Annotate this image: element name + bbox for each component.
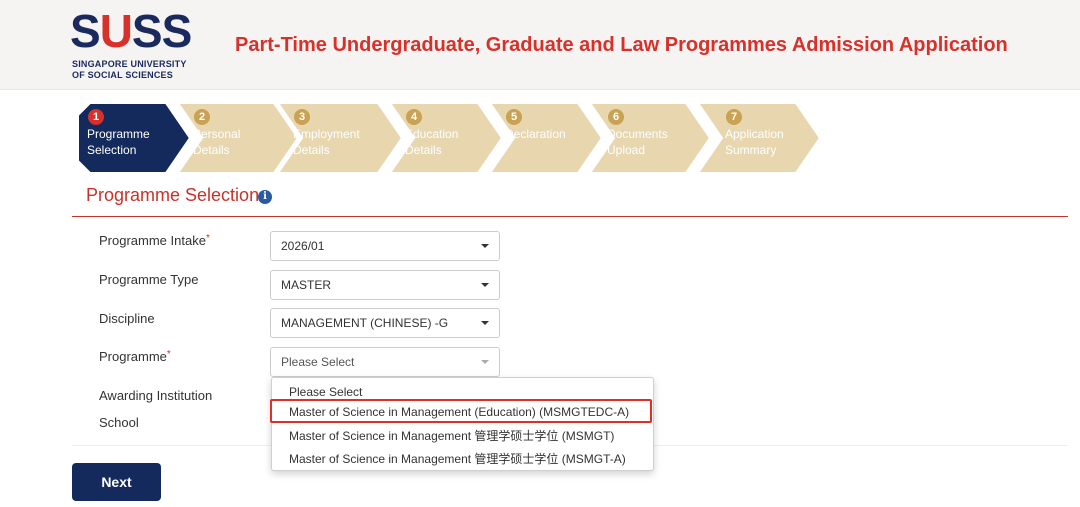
programme-value: Please Select [281, 355, 355, 369]
step-label: Application Summary [725, 127, 784, 157]
section-divider [72, 216, 1068, 217]
programme-label: Programme* [99, 349, 171, 364]
chevron-down-icon [481, 283, 489, 287]
school-label: School [99, 415, 139, 430]
next-button[interactable]: Next [72, 463, 161, 501]
programme-intake-select[interactable]: 2026/01 [270, 231, 500, 261]
dropdown-option[interactable]: Master of Science in Management 管理学硕士学位 … [289, 427, 614, 444]
suss-logo[interactable]: SUSS SINGAPORE UNIVERSITY OF SOCIAL SCIE… [70, 8, 210, 86]
programme-type-select[interactable]: MASTER [270, 270, 500, 300]
programme-dropdown-list: Please Select Master of Science in Manag… [270, 377, 654, 471]
step-label: Documents Upload [607, 127, 668, 157]
step-label: Employment Details [293, 127, 360, 157]
progress-steps: 1 Programme Selection 2 Personal Details 3 Em… [78, 103, 838, 173]
step-number-badge: 2 [194, 109, 210, 125]
section-title: Programme Selection [86, 185, 260, 205]
programme-intake-label: Programme Intake* [99, 233, 210, 248]
logo-wordmark: SUSS [70, 5, 192, 57]
logo-subtitle-line1: SINGAPORE UNIVERSITY [72, 59, 187, 69]
dropdown-option[interactable]: Master of Science in Management (Educati… [289, 405, 629, 419]
step-number-badge: 5 [506, 109, 522, 125]
step-number-badge: 4 [406, 109, 422, 125]
step-label: Programme Selection [87, 127, 150, 157]
info-icon[interactable]: i [258, 190, 272, 204]
step-number-badge: 6 [608, 109, 624, 125]
step-7[interactable]: 7 Application Summary [698, 103, 820, 173]
step-1[interactable]: 1 Programme Selection [78, 103, 190, 173]
logo-subtitle-line2: OF SOCIAL SCIENCES [72, 70, 173, 80]
page-header: SUSS SINGAPORE UNIVERSITY OF SOCIAL SCIE… [0, 0, 1080, 90]
step-number-badge: 1 [88, 109, 104, 125]
discipline-label: Discipline [99, 311, 155, 326]
application-title: Part-Time Undergraduate, Graduate and La… [235, 34, 1008, 56]
awarding-institution-label: Awarding Institution [99, 388, 213, 403]
dropdown-option[interactable]: Master of Science in Management 管理学硕士学位 … [289, 450, 626, 467]
step-5[interactable]: 5 Declaration [490, 103, 602, 173]
step-number-badge: 7 [726, 109, 742, 125]
dropdown-option[interactable]: Please Select [289, 385, 362, 399]
step-3[interactable]: 3 Employment Details [278, 103, 402, 173]
required-marker: * [166, 349, 171, 360]
discipline-value: MANAGEMENT (CHINESE) -G [281, 316, 449, 330]
required-marker: * [205, 233, 210, 244]
step-6[interactable]: 6 Documents Upload [590, 103, 710, 173]
programme-intake-value: 2026/01 [281, 239, 325, 253]
chevron-down-icon [481, 321, 489, 325]
chevron-down-icon [481, 244, 489, 248]
programme-select[interactable]: Please Select [270, 347, 500, 377]
chevron-down-icon [481, 360, 489, 364]
programme-type-value: MASTER [281, 278, 332, 292]
discipline-select[interactable]: MANAGEMENT (CHINESE) -G [270, 308, 500, 338]
step-4[interactable]: 4 Education Details [390, 103, 502, 173]
programme-type-label: Programme Type [99, 272, 199, 287]
step-number-badge: 3 [294, 109, 310, 125]
